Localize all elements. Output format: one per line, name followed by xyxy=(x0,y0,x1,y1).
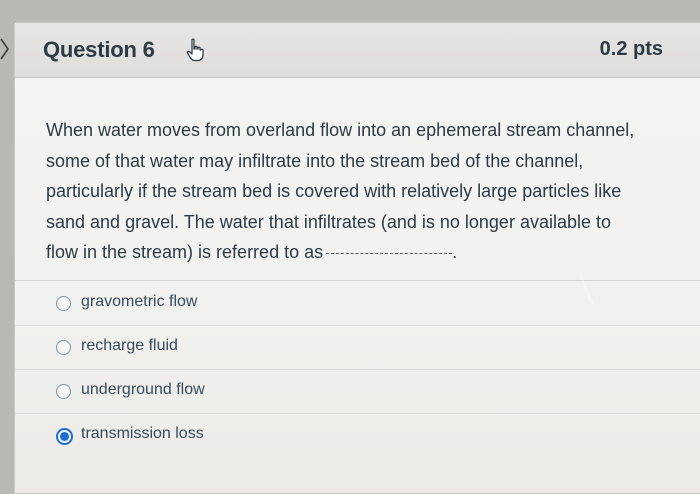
answer-option-gravometric-flow[interactable]: gravometric flow xyxy=(15,281,700,326)
radio-button[interactable] xyxy=(56,340,71,355)
question-text-line: sand and gravel. The water that infiltra… xyxy=(46,211,612,232)
question-card: Question 6 0.2 pts When water moves from… xyxy=(14,22,700,494)
fill-in-blank xyxy=(326,253,453,254)
answer-label: gravometric flow xyxy=(81,293,198,310)
answer-option-recharge-fluid[interactable]: recharge fluid xyxy=(15,325,700,370)
radio-button[interactable] xyxy=(56,384,71,399)
answer-label: transmission loss xyxy=(81,425,204,442)
question-text-line: flow in the stream) is referred to as xyxy=(46,242,324,262)
question-text-line: particularly if the stream bed is covere… xyxy=(46,181,622,201)
question-header: Question 6 0.2 pts xyxy=(15,23,700,78)
answer-label: underground flow xyxy=(81,381,205,398)
question-points: 0.2 pts xyxy=(599,38,663,60)
radio-button-selected[interactable] xyxy=(56,428,73,445)
answer-label: recharge fluid xyxy=(81,337,178,354)
question-text-line: some of that water may infiltrate into t… xyxy=(46,150,584,171)
question-text: When water moves from overland flow into… xyxy=(46,115,676,268)
answer-list: gravometric flow recharge fluid undergro… xyxy=(15,281,700,493)
blank-period: . xyxy=(452,242,458,262)
answer-option-transmission-loss[interactable]: transmission loss xyxy=(15,413,700,457)
radio-button[interactable] xyxy=(56,296,71,311)
hand-pointer-icon xyxy=(186,38,204,62)
question-title: Question 6 xyxy=(43,37,155,62)
chevron-right-icon xyxy=(0,38,9,60)
answer-option-underground-flow[interactable]: underground flow xyxy=(15,369,700,414)
question-text-line: When water moves from overland flow into… xyxy=(46,120,635,140)
